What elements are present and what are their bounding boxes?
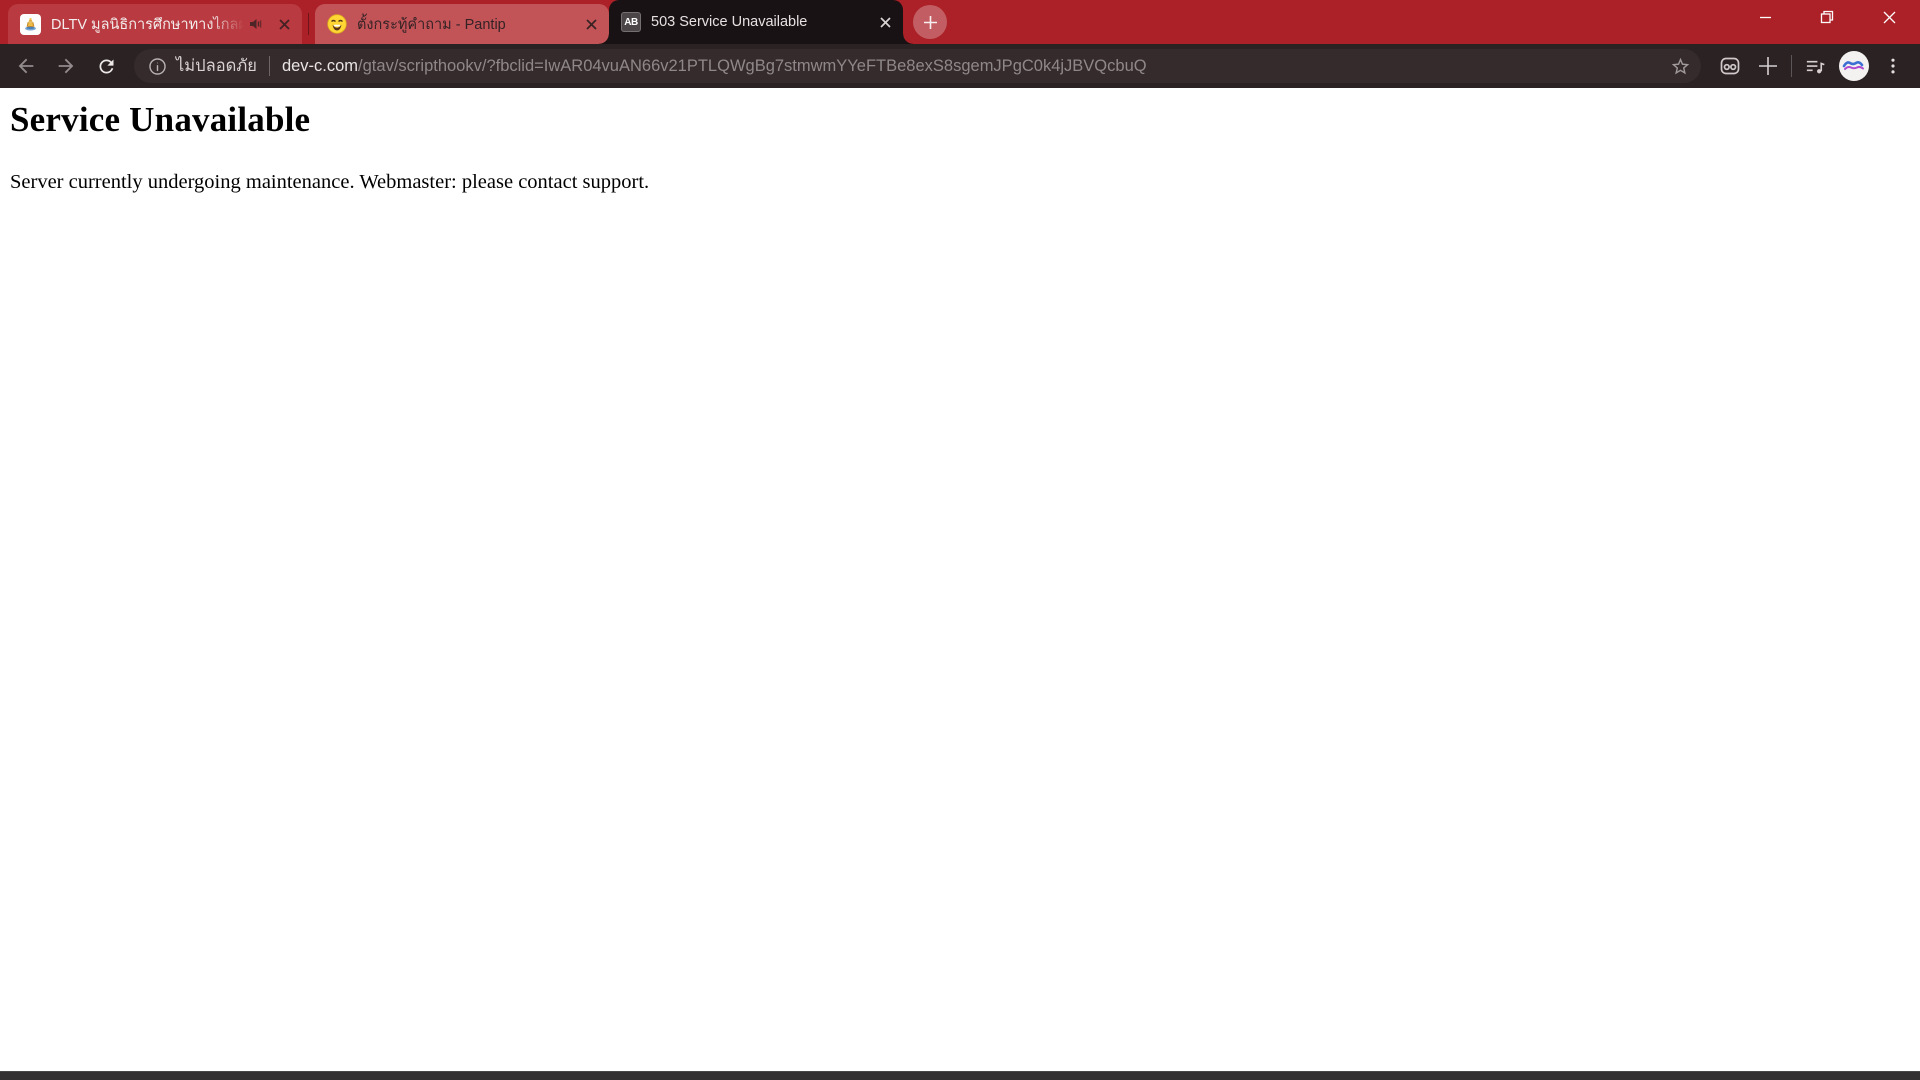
- bookmark-star-icon[interactable]: [1670, 56, 1691, 77]
- ab-badge-icon: AB: [621, 12, 641, 32]
- dltv-crest-icon: [20, 13, 41, 35]
- profile-avatar[interactable]: [1839, 51, 1869, 81]
- error-message: Server currently undergoing maintenance.…: [10, 171, 650, 193]
- extension-adblock-icon[interactable]: [1711, 47, 1749, 85]
- omnibox-separator: [268, 56, 270, 76]
- extension-plus-icon[interactable]: [1749, 47, 1787, 85]
- windows-taskbar-edge: [0, 1071, 1920, 1080]
- toolbar-separator: [1791, 55, 1792, 77]
- window-controls: [1734, 0, 1920, 44]
- minimize-button[interactable]: [1734, 0, 1796, 34]
- close-tab-icon[interactable]: [274, 14, 294, 34]
- tab-title: 503 Service Unavailable: [651, 14, 808, 30]
- close-window-button[interactable]: [1858, 0, 1920, 34]
- browser-window: DLTV มูลนิธิการศึกษาทางไกลผ่าน ตั้งกระทู…: [0, 0, 1920, 1080]
- tab-503-service-unavailable[interactable]: AB 503 Service Unavailable: [599, 0, 913, 44]
- security-label: ไม่ปลอดภัย: [176, 57, 257, 75]
- not-secure-info-icon: [149, 57, 166, 75]
- url-text: dev-c.com/gtav/scripthookv/?fbclid=IwAR0…: [282, 57, 1662, 76]
- site-security-chip[interactable]: ไม่ปลอดภัย: [148, 53, 257, 79]
- tab-strip: DLTV มูลนิธิการศึกษาทางไกลผ่าน ตั้งกระทู…: [0, 0, 1920, 44]
- close-tab-icon[interactable]: [875, 12, 895, 32]
- tab-pantip[interactable]: ตั้งกระทู้คำถาม - Pantip: [315, 4, 609, 44]
- navigation-toolbar: ไม่ปลอดภัย dev-c.com/gtav/scripthookv/?f…: [0, 44, 1920, 88]
- restore-button[interactable]: [1796, 0, 1858, 34]
- tab-title: DLTV มูลนิธิการศึกษาทางไกลผ่าน: [51, 16, 244, 33]
- tab-separator: [308, 13, 309, 35]
- tab-title: ตั้งกระทู้คำถาม - Pantip: [357, 16, 506, 33]
- pantip-emoji-icon: [327, 14, 347, 34]
- address-bar[interactable]: ไม่ปลอดภัย dev-c.com/gtav/scripthookv/?f…: [134, 49, 1701, 83]
- forward-button[interactable]: [46, 46, 86, 86]
- browser-menu-kebab-icon[interactable]: [1874, 47, 1912, 85]
- error-heading: Service Unavailable: [10, 100, 311, 139]
- media-controls-icon[interactable]: [1796, 47, 1834, 85]
- page-content: Service Unavailable Server currently und…: [0, 88, 1920, 1071]
- close-tab-icon[interactable]: [581, 14, 601, 34]
- url-path: /gtav/scripthookv/?fbclid=IwAR04vuAN66v2…: [358, 56, 1147, 75]
- url-domain: dev-c.com: [281, 56, 359, 75]
- back-button[interactable]: [6, 46, 46, 86]
- reload-button[interactable]: [86, 46, 126, 86]
- tab-dltv[interactable]: DLTV มูลนิธิการศึกษาทางไกลผ่าน: [8, 4, 302, 44]
- new-tab-button[interactable]: [913, 5, 947, 39]
- audio-playing-icon[interactable]: [248, 16, 264, 32]
